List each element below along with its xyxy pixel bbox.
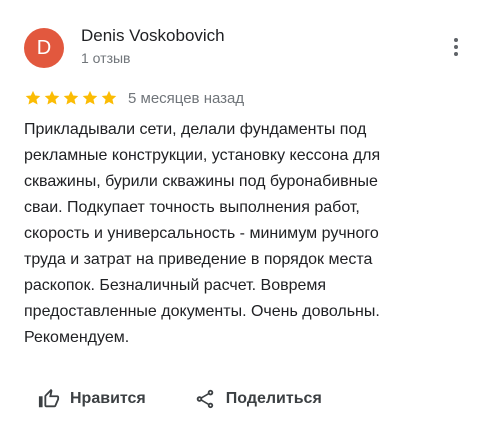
star-icon bbox=[82, 90, 98, 105]
star-icon bbox=[25, 90, 41, 105]
review-actions: Нравится Поделиться bbox=[38, 385, 322, 413]
share-button[interactable]: Поделиться bbox=[194, 385, 322, 413]
review-date: 5 месяцев назад bbox=[128, 89, 245, 107]
author-review-count: 1 отзыв bbox=[81, 50, 131, 66]
star-icon bbox=[101, 90, 117, 105]
like-button[interactable]: Нравится bbox=[38, 385, 146, 413]
like-label: Нравится bbox=[70, 390, 146, 407]
rating-row: 5 месяцев назад bbox=[24, 88, 244, 108]
more-vert-icon-dot bbox=[454, 52, 458, 56]
star-rating bbox=[24, 89, 118, 107]
share-icon bbox=[196, 389, 214, 409]
thumbs-up-icon bbox=[38, 388, 60, 408]
more-options-button[interactable] bbox=[444, 32, 468, 62]
review-card: D Denis Voskobovich 1 отзыв 5 месяцев на… bbox=[0, 0, 486, 448]
more-vert-icon bbox=[454, 38, 458, 42]
review-text: Прикладывали сети, делали фундаменты под… bbox=[24, 121, 381, 346]
share-label: Поделиться bbox=[225, 390, 322, 407]
more-vert-icon-dot bbox=[454, 45, 458, 49]
star-icon bbox=[44, 90, 60, 105]
star-icon bbox=[63, 90, 79, 105]
avatar-initial: D bbox=[36, 37, 52, 59]
avatar[interactable]: D bbox=[24, 28, 64, 68]
author-name[interactable]: Denis Voskobovich bbox=[81, 26, 225, 46]
